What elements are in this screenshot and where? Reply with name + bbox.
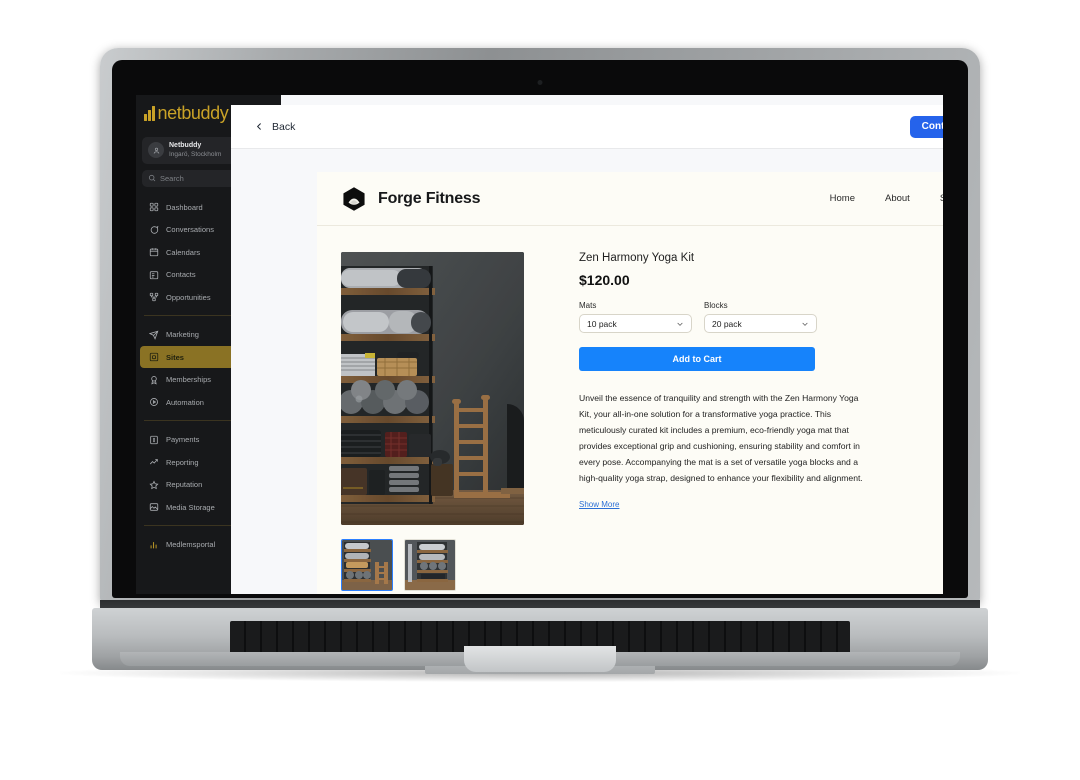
- chevron-down-icon: [802, 322, 808, 326]
- site-preview-canvas: Forge Fitness Home About Shop: [231, 148, 943, 594]
- sidebar-label: Payments: [166, 435, 200, 445]
- user-circle-icon: [148, 142, 164, 159]
- editor-topbar: Back Continue: [231, 105, 943, 148]
- laptop-base: [92, 608, 988, 674]
- base-notch: [464, 646, 616, 672]
- sidebar-label: Dashboard: [166, 202, 203, 212]
- chevron-down-icon: [677, 322, 683, 326]
- play-circle-icon: [150, 398, 158, 407]
- nav-link-about[interactable]: About: [885, 193, 910, 204]
- search-icon: [148, 175, 156, 182]
- product-detail: Zen Harmony Yoga Kit $120.00 Mats 10 pac…: [317, 226, 943, 591]
- laptop-mockup: netbuddy Netbuddy Ingarö, Stockholm Sear…: [0, 0, 1080, 780]
- site-title: Forge Fitness: [378, 189, 481, 207]
- product-price: $120.00: [579, 272, 630, 288]
- mats-select[interactable]: 10 pack: [579, 314, 692, 333]
- blocks-select[interactable]: 20 pack: [704, 314, 817, 333]
- hexagon-mountain-logo-icon: [343, 186, 365, 211]
- product-info: Zen Harmony Yoga Kit $120.00 Mats 10 pac…: [551, 252, 943, 591]
- sidebar-label: Sites: [166, 352, 184, 362]
- mats-value: 10 pack: [587, 318, 617, 329]
- show-more-link[interactable]: Show More: [579, 500, 619, 509]
- thumbnail-2-photo: [405, 540, 455, 590]
- contact-card-icon: [149, 270, 159, 279]
- badge-icon: [151, 375, 157, 385]
- add-to-cart-button[interactable]: Add to Cart: [579, 347, 815, 371]
- option-mats-label: Mats: [579, 301, 597, 310]
- back-label: Back: [272, 120, 296, 133]
- thumbnail-1[interactable]: [341, 539, 393, 591]
- product-thumbnails: [341, 539, 551, 591]
- image-icon: [149, 503, 159, 511]
- grid-icon: [149, 202, 159, 212]
- nav-link-home[interactable]: Home: [830, 193, 855, 204]
- sidebar-label: Opportunities: [166, 292, 211, 302]
- star-icon: [149, 480, 159, 489]
- sidebar-label: Conversations: [166, 225, 214, 235]
- product-gallery: [341, 252, 551, 591]
- product-title: Zen Harmony Yoga Kit: [579, 252, 695, 264]
- webcam-icon: [537, 80, 543, 85]
- payments-icon: [150, 435, 158, 444]
- sidebar-label: Memberships: [166, 375, 212, 385]
- option-mats: Mats 10 pack: [579, 301, 692, 333]
- blocks-value: 20 pack: [712, 318, 742, 329]
- chat-bubble-icon: [150, 225, 159, 234]
- crm-brand-label: netbuddy: [157, 102, 229, 123]
- calendar-icon: [149, 248, 159, 257]
- gym-shelving-photo: [341, 252, 524, 525]
- sidebar-label: Reputation: [166, 480, 203, 490]
- user-name: Netbuddy: [169, 142, 202, 149]
- nav-link-shop[interactable]: Shop: [940, 193, 943, 204]
- sites-icon: [149, 352, 159, 362]
- back-button[interactable]: Back: [255, 121, 295, 133]
- sidebar-label: Marketing: [166, 330, 199, 340]
- bar-chart-logo-icon: [144, 105, 155, 121]
- trend-line-icon: [149, 459, 158, 465]
- sidebar-label: Calendars: [166, 247, 201, 257]
- site-nav: Home About Shop: [830, 192, 943, 205]
- continue-button[interactable]: Continue: [909, 115, 943, 138]
- paper-plane-icon: [149, 330, 159, 340]
- laptop-screen: netbuddy Netbuddy Ingarö, Stockholm Sear…: [136, 95, 943, 594]
- search-placeholder: Search: [160, 173, 184, 183]
- chevron-left-icon: [256, 123, 261, 130]
- thumbnail-2[interactable]: [404, 539, 456, 591]
- thumbnail-1-photo: [342, 540, 392, 590]
- product-hero-image[interactable]: [341, 252, 524, 525]
- user-location: Ingarö, Stockholm: [169, 150, 222, 158]
- option-blocks: Blocks 20 pack: [704, 301, 817, 333]
- product-description: Unveil the essence of tranquility and st…: [579, 393, 863, 484]
- sidebar-label: Contacts: [166, 270, 196, 280]
- bar-chart-icon: [150, 541, 157, 548]
- sidebar-label: Medlemsportal: [166, 540, 216, 550]
- option-blocks-label: Blocks: [704, 301, 728, 310]
- sidebar-label: Automation: [166, 397, 204, 407]
- product-options: Mats 10 pack Blocks 20 pack: [579, 301, 943, 333]
- user-info: Netbuddy Ingarö, Stockholm: [169, 142, 221, 159]
- sidebar-label: Media Storage: [166, 502, 215, 512]
- site-header: Forge Fitness Home About Shop: [317, 172, 943, 226]
- funnel-nodes-icon: [149, 292, 159, 302]
- sidebar-label: Reporting: [166, 457, 199, 467]
- site-page: Forge Fitness Home About Shop: [317, 172, 943, 594]
